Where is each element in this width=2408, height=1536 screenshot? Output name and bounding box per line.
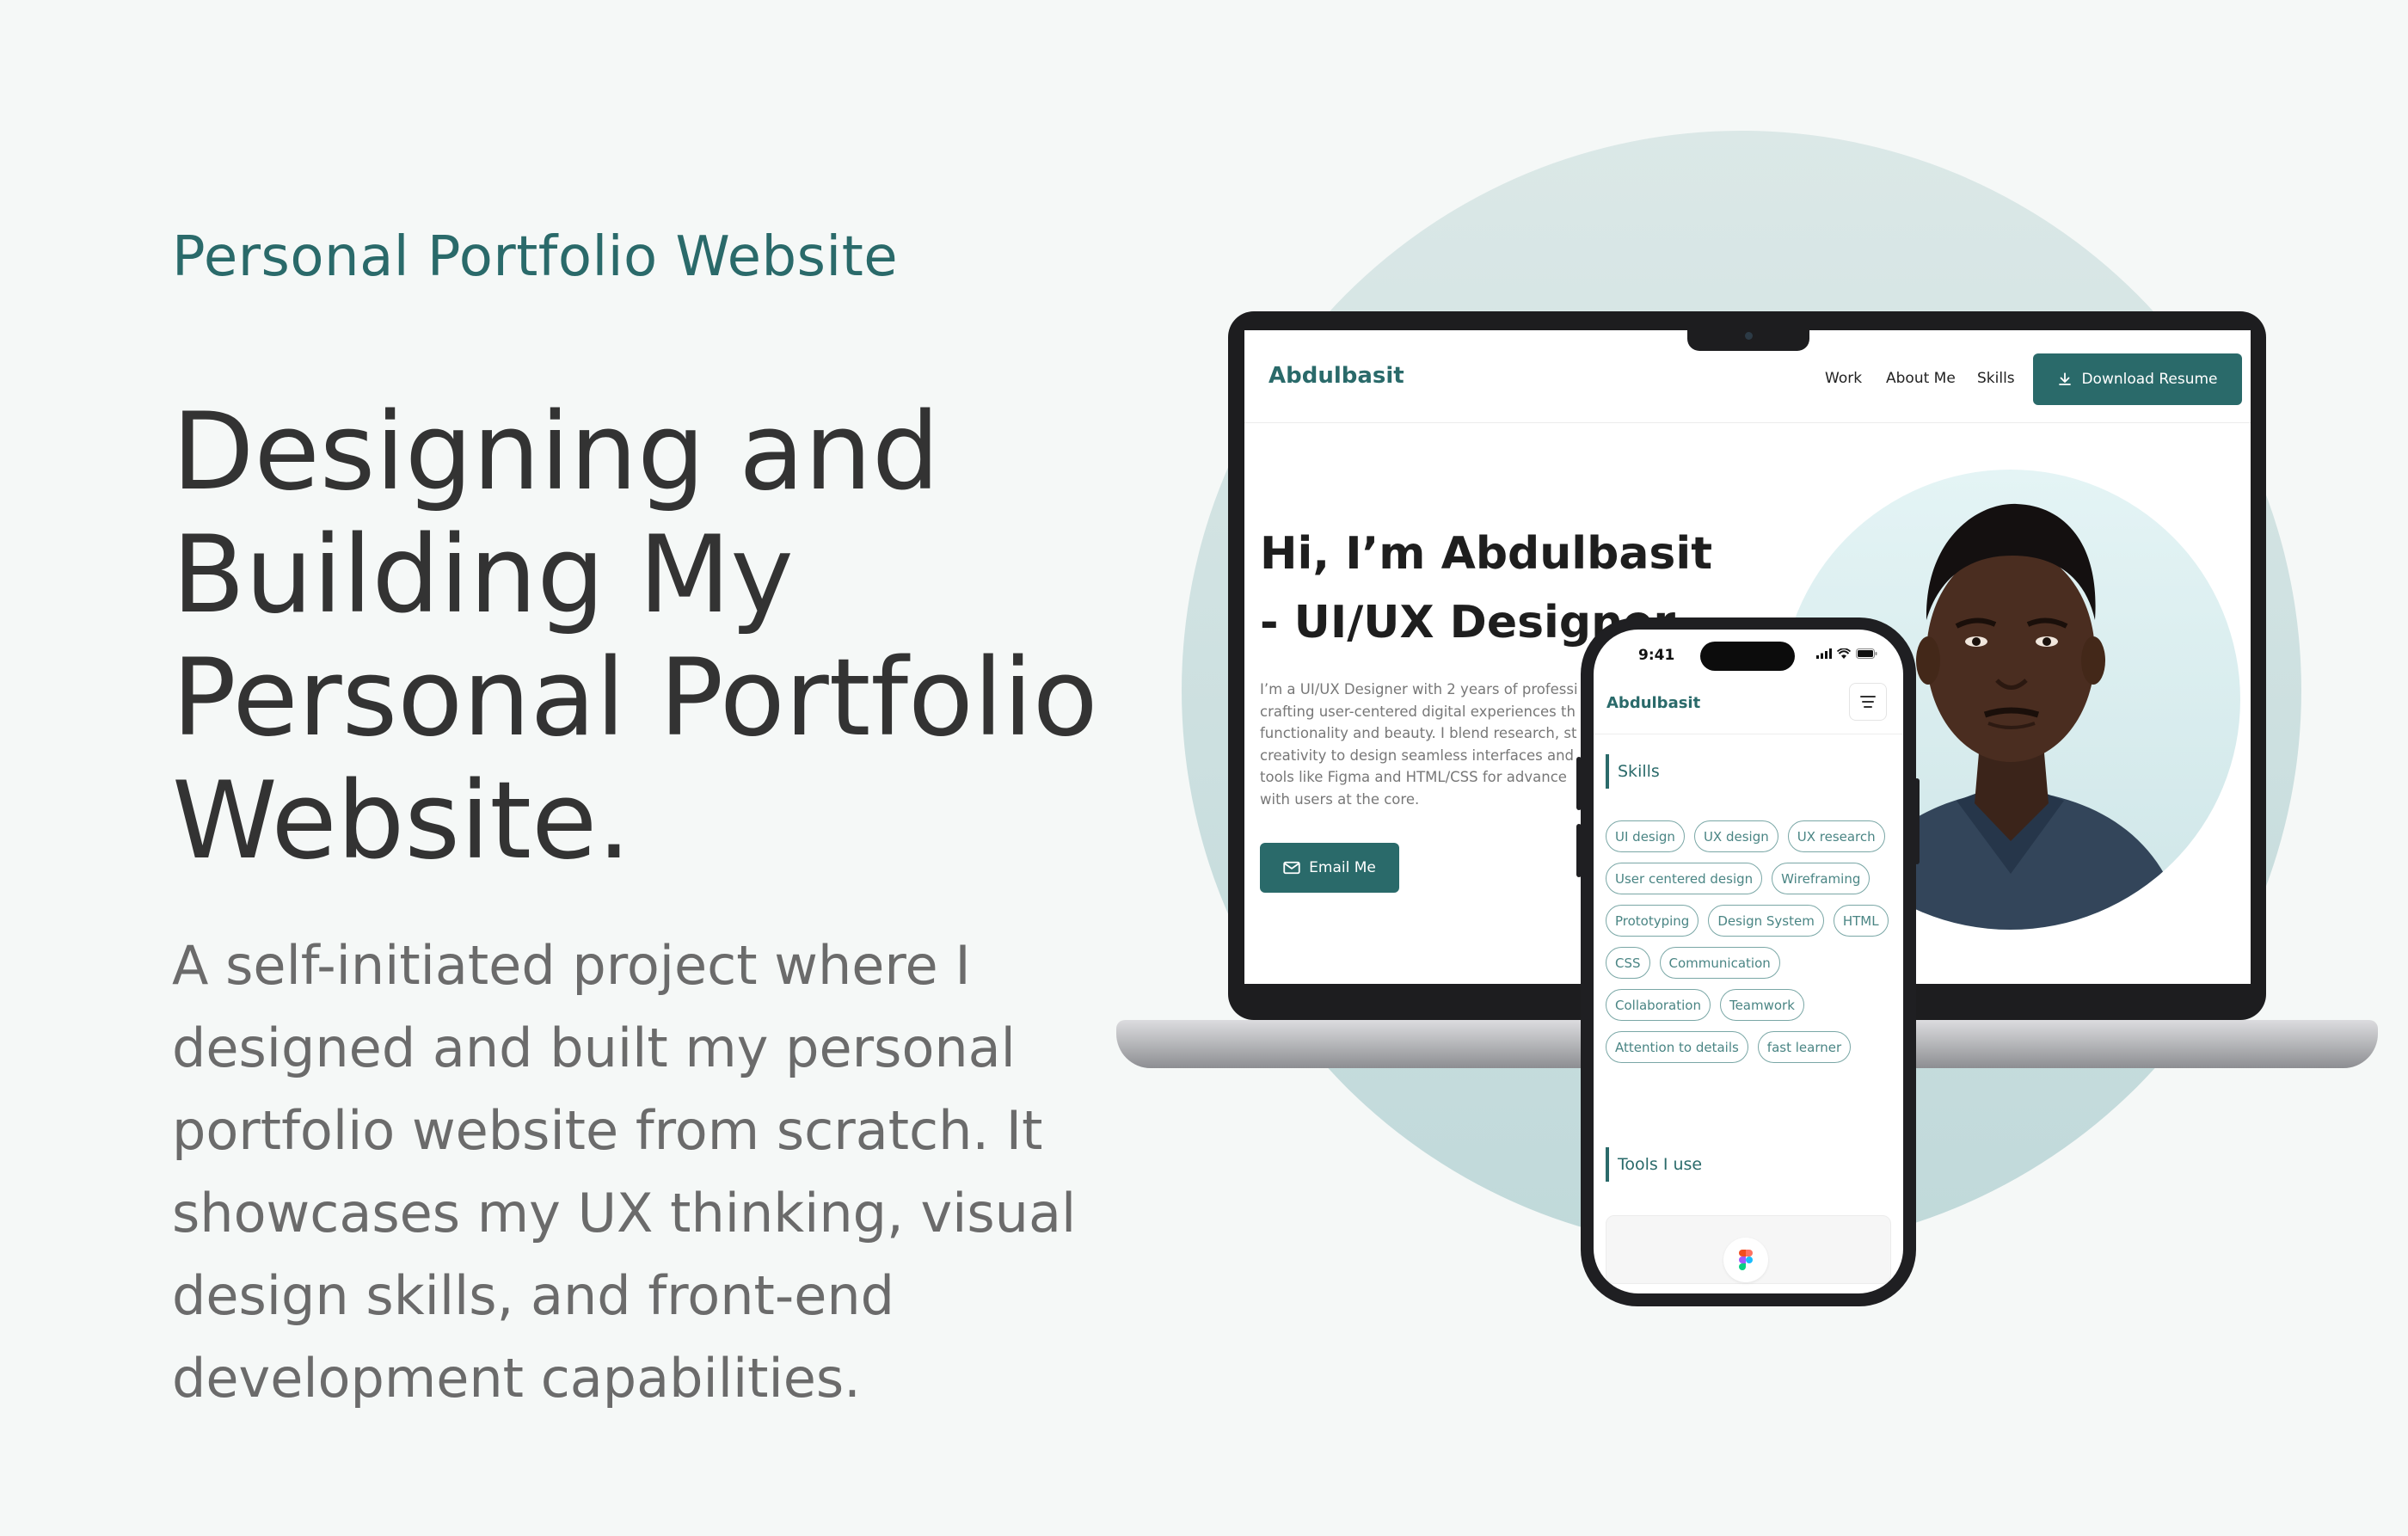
nav-item-work[interactable]: Work — [1825, 370, 1862, 387]
hero-paragraph-line: tools like Figma and HTML/CSS for advanc… — [1260, 769, 1567, 785]
skill-chip: Attention to details — [1606, 1031, 1748, 1063]
skill-chip: UX research — [1787, 820, 1885, 852]
tools-card — [1606, 1215, 1891, 1284]
status-icons — [1816, 648, 1877, 659]
laptop-camera — [1745, 332, 1753, 340]
hamburger-menu-icon — [1862, 701, 1874, 703]
skill-chip: Prototyping — [1606, 905, 1699, 937]
skill-chip: Wireframing — [1772, 863, 1870, 894]
phone-site-logo[interactable]: Abdulbasit — [1606, 694, 1700, 712]
download-resume-label: Download Resume — [2081, 371, 2218, 388]
skill-chip: Design System — [1708, 905, 1824, 937]
status-time: 9:41 — [1638, 647, 1675, 664]
headline: Designing and Building My Personal Portf… — [172, 390, 1098, 883]
nav-item-skills[interactable]: Skills — [1977, 370, 2015, 387]
hero-paragraph: I’m a UI/UX Designer with 2 years of pro… — [1260, 679, 1617, 808]
hero-paragraph-line: functionality and beauty. I blend resear… — [1260, 725, 1577, 741]
email-me-label: Email Me — [1309, 859, 1376, 876]
download-resume-button[interactable]: Download Resume — [2033, 353, 2242, 405]
hamburger-menu-icon — [1864, 706, 1872, 708]
skill-chip: User centered design — [1606, 863, 1763, 894]
wifi-icon — [1837, 648, 1851, 659]
eyebrow-title: Personal Portfolio Website — [172, 225, 899, 289]
skills-chip-list: UI design UX design UX research User cen… — [1606, 820, 1889, 1063]
figma-tool-badge — [1723, 1238, 1768, 1282]
phone-volume-up — [1576, 757, 1582, 810]
skill-chip: HTML — [1833, 905, 1889, 937]
skill-chip: UI design — [1606, 820, 1685, 852]
header-divider — [1244, 422, 2251, 423]
hero-paragraph-line: with users at the core. — [1260, 790, 1420, 808]
hero-paragraph-line: crafting user-centered digital experienc… — [1260, 703, 1576, 720]
download-icon — [2059, 372, 2072, 385]
phone-screen: 9:41 Abdulbasit Skills UI design UX desi… — [1594, 630, 1903, 1293]
mail-icon — [1283, 861, 1300, 875]
skill-chip: Communication — [1659, 947, 1780, 979]
dynamic-island — [1700, 642, 1795, 671]
battery-icon — [1856, 648, 1877, 659]
skill-chip: CSS — [1606, 947, 1650, 979]
hero-paragraph-line: creativity to design seamless interfaces… — [1260, 746, 1575, 764]
nav-item-about-me[interactable]: About Me — [1886, 370, 1956, 387]
skill-chip: Teamwork — [1719, 989, 1804, 1021]
hamburger-menu-icon — [1860, 696, 1876, 697]
hero-paragraph-line: I’m a UI/UX Designer with 2 years of pro… — [1260, 681, 1578, 697]
skills-heading: Skills — [1606, 754, 1660, 789]
skill-chip: Collaboration — [1606, 989, 1711, 1021]
site-logo[interactable]: Abdulbasit — [1268, 363, 1404, 389]
signal-icon — [1816, 648, 1832, 659]
phone-power-button — [1914, 778, 1920, 864]
description: A self-initiated project where I designe… — [172, 934, 1077, 1410]
skill-chip: UX design — [1693, 820, 1778, 852]
email-me-button[interactable]: Email Me — [1260, 843, 1399, 893]
figma-icon — [1739, 1250, 1753, 1270]
tools-heading: Tools I use — [1606, 1147, 1702, 1182]
hamburger-menu-button[interactable] — [1849, 683, 1887, 721]
phone-volume-down — [1576, 824, 1582, 877]
skill-chip: fast learner — [1757, 1031, 1852, 1063]
